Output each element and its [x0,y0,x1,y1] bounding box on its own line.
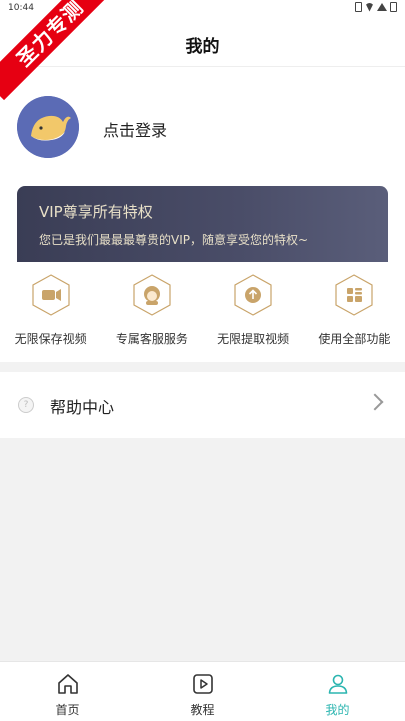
feature-extract-video[interactable]: 无限提取视频 [203,262,304,362]
status-icons [355,2,397,12]
feature-all-functions[interactable]: 使用全部功能 [304,262,405,362]
feature-label: 使用全部功能 [318,332,391,346]
chevron-right-icon [366,393,384,411]
wifi-icon [365,2,374,12]
avatar[interactable] [17,96,79,158]
battery-icon [390,2,397,12]
customer-service-icon [133,274,171,316]
feature-label: 专属客服服务 [115,332,188,346]
person-icon [328,674,347,694]
home-icon [57,674,78,694]
feature-grid: 无限保存视频 专属客服服务 无限提取视频 使用全部功能 [0,262,405,362]
feature-label: 无限保存视频 [14,332,87,346]
status-time: 10:44 [8,3,34,13]
grid-apps-icon [335,274,373,316]
tab-label: 首页 [55,703,80,717]
tab-tutorial[interactable]: 教程 [135,662,270,721]
whale-icon [17,96,79,158]
upload-icon [234,274,272,316]
profile-section: 点击登录 VIP尊享所有特权 您已是我们最最最尊贵的VIP，随意享受您的特权~ [0,67,405,262]
vip-card[interactable]: VIP尊享所有特权 您已是我们最最最尊贵的VIP，随意享受您的特权~ [17,186,388,262]
tab-label: 我的 [325,703,350,717]
help-center-label: 帮助中心 [50,398,115,417]
vip-subtitle: 您已是我们最最最尊贵的VIP，随意享受您的特权~ [39,233,309,247]
tab-home[interactable]: 首页 [0,662,135,721]
login-link[interactable]: 点击登录 [103,117,167,141]
help-icon: ? [18,397,34,413]
vibrate-icon [355,2,362,12]
help-center-row[interactable]: ? 帮助中心 [0,372,405,438]
signal-icon [377,3,387,11]
feature-label: 无限提取视频 [217,332,290,346]
play-icon [192,674,213,694]
feature-save-video[interactable]: 无限保存视频 [0,262,101,362]
feature-customer-service[interactable]: 专属客服服务 [101,262,202,362]
video-camera-icon [32,274,70,316]
tab-label: 教程 [190,703,215,717]
bottom-tab-bar: 首页 教程 我的 [0,661,405,721]
vip-title: VIP尊享所有特权 [39,203,153,221]
tab-mine[interactable]: 我的 [270,662,405,721]
